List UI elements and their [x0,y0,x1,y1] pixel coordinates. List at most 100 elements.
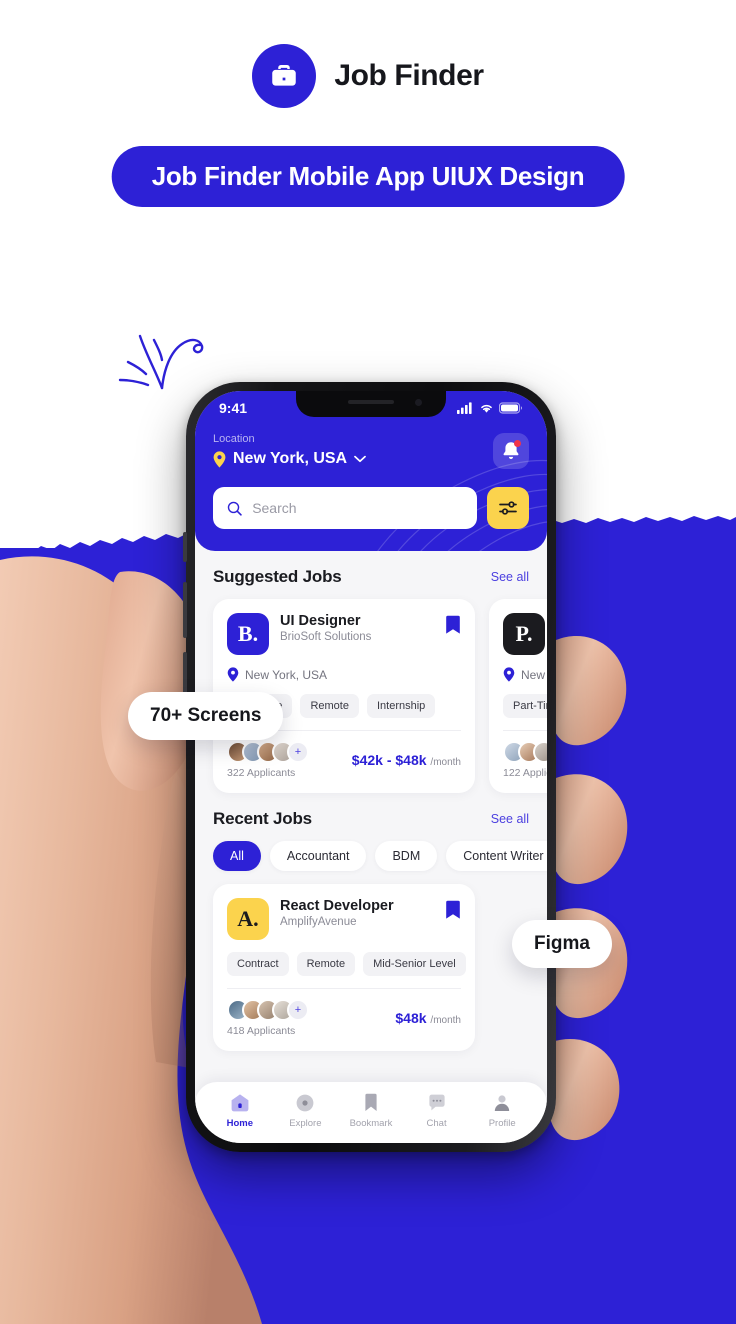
title-banner: Job Finder Mobile App UIUX Design [111,146,625,207]
cellular-signal-icon [457,402,472,414]
search-row [213,487,529,529]
nav-label: Explore [289,1118,322,1129]
job-card-footer: + 322 Applicants $42k - $48k /month [227,741,461,779]
suggested-see-all-link[interactable]: See all [491,570,529,584]
job-tag: Part-Time [503,694,547,718]
nav-label: Home [226,1118,253,1129]
company-logo: A. [227,898,269,940]
nav-item-profile[interactable]: Profile [475,1093,529,1129]
phone-volume-up-button[interactable] [183,582,187,638]
figma-tool-badge: Figma [512,920,612,968]
status-time: 9:41 [219,400,248,416]
phone-mockup: 9:41 Location New York, USA Search Sugge… [183,382,556,1152]
company-logo: B. [227,613,269,655]
phone-screen: 9:41 Location New York, USA Search Sugge… [195,391,547,1143]
doodle-arrow-icon [118,334,204,390]
search-field[interactable] [213,487,477,529]
job-card[interactable]: A. React Developer AmplifyAvenue Contrac… [213,884,475,1051]
job-location-row: New York, USA [227,667,461,682]
category-chip-accountant[interactable]: Accountant [269,841,367,871]
nav-item-explore[interactable]: Explore [278,1093,332,1129]
filter-button[interactable] [487,487,529,529]
app-logo [252,44,317,108]
category-chip-content-writer[interactable]: Content Writer [446,841,547,871]
card-divider [503,730,547,731]
job-tag: Remote [300,694,359,718]
notification-button[interactable] [493,433,529,469]
recent-jobs-title: Recent Jobs [213,809,312,828]
job-location: New York, USA [521,667,547,682]
job-tags: Part-Time Onsite Senior [503,694,547,718]
nav-item-home[interactable]: Home [213,1093,267,1129]
category-chips[interactable]: All Accountant BDM Content Writer [195,841,547,871]
person-icon [494,1095,510,1111]
job-card[interactable]: P. Product Manager PrimeWorks Inc [489,599,547,793]
location-selector[interactable]: Location New York, USA [213,433,366,468]
job-tag: Internship [366,694,436,718]
search-icon [227,501,242,516]
job-location: New York, USA [245,667,328,682]
briefcase-icon [272,65,297,86]
salary-period: /month [430,757,461,768]
job-company: BrioSoft Solutions [280,631,372,643]
category-chip-bdm[interactable]: BDM [375,841,438,871]
job-tag: Remote [296,952,356,976]
battery-icon [499,402,522,414]
location-row: Location New York, USA [213,433,529,469]
location-pin-icon [213,450,226,468]
bookmark-button[interactable] [445,900,461,926]
applicant-avatars: + [227,999,309,1021]
salary-period: /month [430,1015,461,1026]
job-salary: $42k - $48k /month [352,752,461,768]
applicant-avatars: + [227,741,309,763]
bottom-navigation: Home Explore Bookmark Chat Profile [195,1082,547,1143]
screens-count-badge: 70+ Screens [128,692,284,740]
nav-label: Chat [426,1118,447,1129]
bookmark-icon [365,1093,377,1111]
brand-header: Job Finder [0,44,736,108]
bookmark-button[interactable] [445,615,461,641]
app-content: Suggested Jobs See all B. UI Designer Br… [195,551,547,1055]
salary-range: $48k [395,1010,427,1026]
location-pin-icon [227,667,239,682]
nav-item-chat[interactable]: Chat [410,1093,464,1129]
bookmark-icon [446,900,460,919]
applicant-avatars: + [503,741,547,763]
category-chip-all[interactable]: All [213,841,261,871]
wifi-icon [481,404,492,413]
compass-icon [296,1094,314,1112]
search-input[interactable] [252,500,463,516]
job-tags: Contract Remote Mid-Senior Level [227,952,466,976]
phone-mute-button[interactable] [183,532,187,562]
suggested-jobs-title: Suggested Jobs [213,567,342,586]
nav-item-bookmark[interactable]: Bookmark [344,1093,398,1129]
status-icons [457,402,523,414]
job-title: React Developer [280,898,394,914]
suggested-jobs-header: Suggested Jobs See all [195,551,547,599]
job-salary: $48k /month [395,1010,461,1026]
recent-see-all-link[interactable]: See all [491,812,529,826]
home-icon [231,1094,249,1112]
company-logo: P. [503,613,545,655]
nav-label: Profile [488,1118,516,1129]
applicant-count: 418 Applicants [227,1025,296,1037]
filter-sliders-icon [499,501,517,515]
applicant-count: 322 Applicants [227,767,296,779]
avatar-more-badge[interactable]: + [287,999,309,1021]
job-tag: Contract [227,952,289,976]
location-value: New York, USA [233,450,348,467]
location-pin-icon [503,667,515,682]
job-location-row: New York, USA [503,667,547,682]
job-company: AmplifyAvenue [280,916,357,928]
nav-label: Bookmark [349,1118,393,1129]
recent-jobs-header: Recent Jobs See all [195,793,547,841]
card-divider [227,988,461,989]
notification-badge-dot [514,440,521,447]
applicant-count: 122 Applicants [503,767,547,779]
status-bar: 9:41 [213,391,529,421]
brand-name: Job Finder [334,59,484,92]
job-title: UI Designer [280,613,361,629]
salary-range: $42k - $48k [351,752,427,768]
avatar-more-badge[interactable]: + [287,741,309,763]
job-card-footer: + 122 Applicants $55k - $60k /month [503,741,547,779]
